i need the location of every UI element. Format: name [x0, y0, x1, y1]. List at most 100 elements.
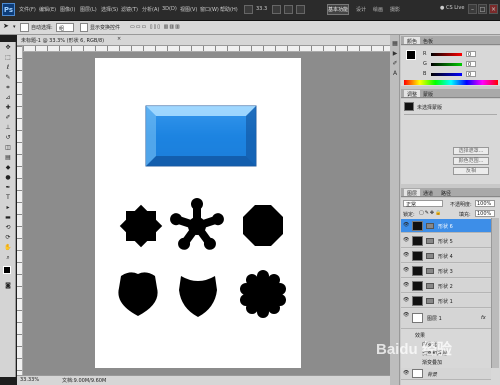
- dodge-tool-icon[interactable]: ●: [3, 174, 13, 182]
- eye-icon[interactable]: 👁: [403, 222, 409, 228]
- 3d-camera-tool-icon[interactable]: ⟳: [3, 234, 13, 242]
- blue-slider[interactable]: [431, 73, 462, 76]
- zoom-icon[interactable]: [284, 5, 293, 14]
- eyedropper-tool-icon[interactable]: ⊿: [3, 94, 13, 102]
- tab-swatches[interactable]: 色板: [423, 38, 433, 45]
- menu-image[interactable]: 图像(I): [60, 6, 75, 13]
- layer-row[interactable]: 👁 形状 2: [401, 279, 491, 293]
- menu-help[interactable]: 帮助(H): [220, 6, 238, 13]
- layer-row[interactable]: 👁 形状 3: [401, 264, 491, 278]
- eye-icon[interactable]: 👁: [403, 312, 409, 318]
- arrange-icon[interactable]: [296, 5, 305, 14]
- menu-analysis[interactable]: 分析(A): [142, 6, 159, 13]
- cs-live-button[interactable]: ● CS Live: [440, 5, 464, 11]
- eye-icon[interactable]: 👁: [403, 267, 409, 273]
- fill-field[interactable]: 100%: [475, 210, 495, 217]
- gradient-tool-icon[interactable]: ▤: [3, 154, 13, 162]
- document-canvas[interactable]: [95, 58, 301, 368]
- tab-channels[interactable]: 通道: [423, 190, 433, 197]
- eye-icon[interactable]: 👁: [403, 370, 409, 376]
- tab-color[interactable]: 颜色: [403, 36, 422, 45]
- green-value-field[interactable]: 0: [466, 61, 476, 68]
- menu-edit[interactable]: 编辑(E): [39, 6, 56, 13]
- align-buttons-icon[interactable]: ▭▭▭ ▯▯▯ ▥▥▥: [130, 24, 181, 30]
- path-select-tool-icon[interactable]: ▸: [3, 204, 13, 212]
- red-slider[interactable]: [431, 53, 462, 56]
- tab-masks[interactable]: 蒙版: [423, 91, 433, 98]
- workspace-photography[interactable]: 摄影: [390, 6, 400, 13]
- 3d-rotate-tool-icon[interactable]: ⟲: [3, 224, 13, 232]
- layer-row[interactable]: 👁 背景: [401, 368, 491, 380]
- hand-icon[interactable]: [272, 5, 281, 14]
- menu-select[interactable]: 选择(S): [101, 6, 118, 13]
- foreground-color-swatch[interactable]: [3, 266, 11, 274]
- character-panel-icon[interactable]: A: [391, 70, 399, 77]
- quick-select-tool-icon[interactable]: ✎: [3, 74, 13, 82]
- history-brush-tool-icon[interactable]: ↺: [3, 134, 13, 142]
- actions-panel-icon[interactable]: ▶: [391, 50, 399, 57]
- eye-icon[interactable]: 👁: [403, 237, 409, 243]
- layer-row[interactable]: 👁 形状 5: [401, 234, 491, 248]
- workspace-design[interactable]: 设计: [356, 6, 366, 13]
- eraser-tool-icon[interactable]: ◫: [3, 144, 13, 152]
- color-range-button[interactable]: 颜色范围...: [453, 157, 489, 165]
- blur-tool-icon[interactable]: ◆: [3, 164, 13, 172]
- menu-filter[interactable]: 滤镜(T): [121, 6, 138, 13]
- quick-mask-icon[interactable]: ◙: [3, 282, 13, 290]
- layer-row[interactable]: 👁 形状 1: [401, 294, 491, 308]
- layer-row[interactable]: 👁 形状 6: [401, 219, 491, 233]
- lasso-tool-icon[interactable]: ℓ: [3, 64, 13, 72]
- fx-icon[interactable]: fx: [481, 315, 486, 321]
- status-zoom[interactable]: 33.33%: [20, 377, 39, 383]
- move-tool-icon[interactable]: ✥: [3, 44, 13, 52]
- effect-item[interactable]: 渐变叠加: [422, 359, 442, 366]
- document-tab[interactable]: 未标题-1 @ 33.3% (形状 6, RGB/8) ×: [17, 35, 390, 46]
- workspace-essentials-button[interactable]: 基本功能: [327, 4, 349, 15]
- tab-layers[interactable]: 图层: [403, 188, 422, 197]
- healing-tool-icon[interactable]: ✚: [3, 104, 13, 112]
- zoom-level[interactable]: 33.3: [256, 6, 267, 12]
- hand-tool-icon[interactable]: ✋: [3, 244, 13, 252]
- menu-3d[interactable]: 3D(D): [162, 6, 177, 12]
- minimize-button[interactable]: –: [468, 4, 477, 14]
- marquee-tool-icon[interactable]: ⬚: [3, 54, 13, 62]
- close-button[interactable]: ×: [489, 4, 498, 14]
- eye-icon[interactable]: 👁: [403, 282, 409, 288]
- layer-row[interactable]: 👁 形状 4: [401, 249, 491, 263]
- screen-mode-icon[interactable]: [244, 5, 253, 14]
- eye-icon[interactable]: 👁: [403, 252, 409, 258]
- foreground-color-swatch[interactable]: [406, 50, 416, 60]
- tab-adjustments[interactable]: 调整: [403, 89, 422, 98]
- eye-icon[interactable]: 👁: [403, 297, 409, 303]
- layer-row[interactable]: 👁 图层 1 fx: [401, 309, 491, 329]
- tool-preset-arrow[interactable]: ▾: [13, 24, 16, 30]
- red-value-field[interactable]: 0: [466, 51, 476, 58]
- mask-edge-button[interactable]: 选择遮罩...: [453, 147, 489, 155]
- zoom-tool-icon[interactable]: ⌕: [3, 254, 13, 262]
- color-spectrum-bar[interactable]: [404, 80, 498, 85]
- type-tool-icon[interactable]: T: [3, 194, 13, 202]
- layers-scrollbar[interactable]: [491, 218, 499, 368]
- shape-tool-icon[interactable]: ▬: [3, 214, 13, 222]
- crop-tool-icon[interactable]: ⌗: [3, 84, 13, 92]
- opacity-field[interactable]: 100%: [475, 200, 495, 207]
- auto-select-dropdown[interactable]: 组: [56, 23, 74, 32]
- green-slider[interactable]: [431, 63, 462, 66]
- stamp-tool-icon[interactable]: ⊥: [3, 124, 13, 132]
- blend-mode-dropdown[interactable]: 正常: [403, 200, 443, 208]
- maximize-button[interactable]: □: [478, 4, 487, 14]
- lock-icons[interactable]: ▢✎✥🔒: [419, 210, 442, 216]
- move-tool-icon[interactable]: ➤: [3, 22, 9, 30]
- auto-select-checkbox[interactable]: [20, 23, 29, 32]
- menu-window[interactable]: 窗口(W): [200, 6, 219, 13]
- pen-tool-icon[interactable]: ✒: [3, 184, 13, 192]
- menu-view[interactable]: 视图(V): [180, 6, 197, 13]
- menu-layer[interactable]: 图层(L): [80, 6, 97, 13]
- invert-button[interactable]: 反相: [453, 167, 489, 175]
- tab-paths[interactable]: 路径: [441, 190, 451, 197]
- brush-tool-icon[interactable]: ✐: [3, 114, 13, 122]
- close-tab-icon[interactable]: ×: [117, 36, 121, 42]
- workspace-painting[interactable]: 绘画: [373, 6, 383, 13]
- blue-value-field[interactable]: 0: [466, 71, 476, 78]
- history-panel-icon[interactable]: ▦: [391, 40, 399, 47]
